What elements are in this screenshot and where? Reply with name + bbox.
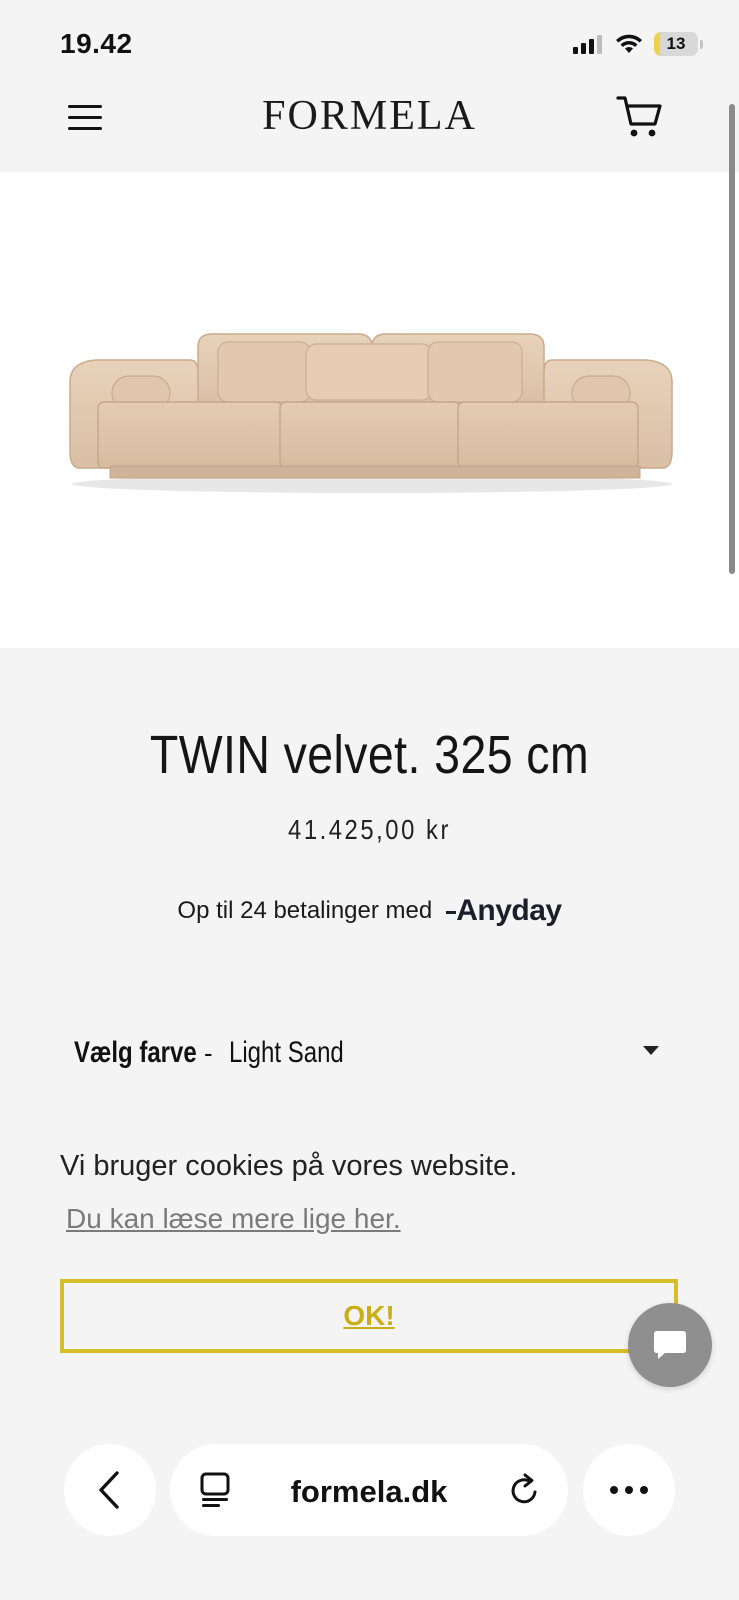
reload-icon[interactable] <box>508 1472 542 1508</box>
chat-bubble-icon <box>654 1331 686 1359</box>
status-time: 19.42 <box>60 28 133 59</box>
site-header: FORMELA <box>0 86 739 172</box>
battery-nub <box>700 39 703 49</box>
color-select-separator: - <box>204 1037 213 1068</box>
anyday-dash-icon <box>446 911 457 915</box>
battery-icon: 13 <box>654 32 698 56</box>
more-icon <box>610 1486 648 1494</box>
wifi-icon <box>616 34 642 53</box>
chevron-down-icon <box>643 1046 659 1055</box>
status-icons: 13 <box>572 32 703 56</box>
signal-icon <box>573 35 602 54</box>
chat-button[interactable] <box>628 1303 712 1387</box>
color-select[interactable]: Vælg farve - Light Sand <box>74 1036 659 1070</box>
page-scrollbar[interactable] <box>729 104 735 574</box>
browser-back-button[interactable] <box>64 1444 156 1536</box>
installment-info[interactable]: Op til 24 betalinger med Anyday <box>0 894 739 928</box>
address-bar[interactable]: formela.dk <box>170 1444 568 1536</box>
product-title: TWIN velvet. 325 cm <box>149 725 590 785</box>
cookie-accept-button[interactable]: OK! <box>60 1279 678 1353</box>
battery-level <box>654 32 660 56</box>
back-arrow-icon <box>99 1471 119 1509</box>
cookie-info-link[interactable]: Du kan læse mere lige her. <box>66 1203 401 1235</box>
shopping-cart-icon[interactable] <box>615 92 665 142</box>
product-image[interactable] <box>0 172 739 648</box>
beige-velvet-sofa-image <box>69 333 673 493</box>
anyday-logo: Anyday <box>446 894 562 928</box>
browser-toolbar: formela.dk <box>0 1440 739 1540</box>
status-bar: 19.42 13 <box>0 0 739 86</box>
more-menu-button[interactable] <box>583 1444 675 1536</box>
color-select-label: Vælg farve <box>74 1036 197 1069</box>
color-select-value: Light Sand <box>228 1036 344 1069</box>
product-price: 41.425,00 kr <box>288 814 451 845</box>
anyday-provider-name: Anyday <box>456 894 562 927</box>
battery-percent: 13 <box>666 34 686 53</box>
installment-text: Op til 24 betalinger med <box>177 897 433 924</box>
cookie-message: Vi bruger cookies på vores website. <box>60 1150 518 1182</box>
